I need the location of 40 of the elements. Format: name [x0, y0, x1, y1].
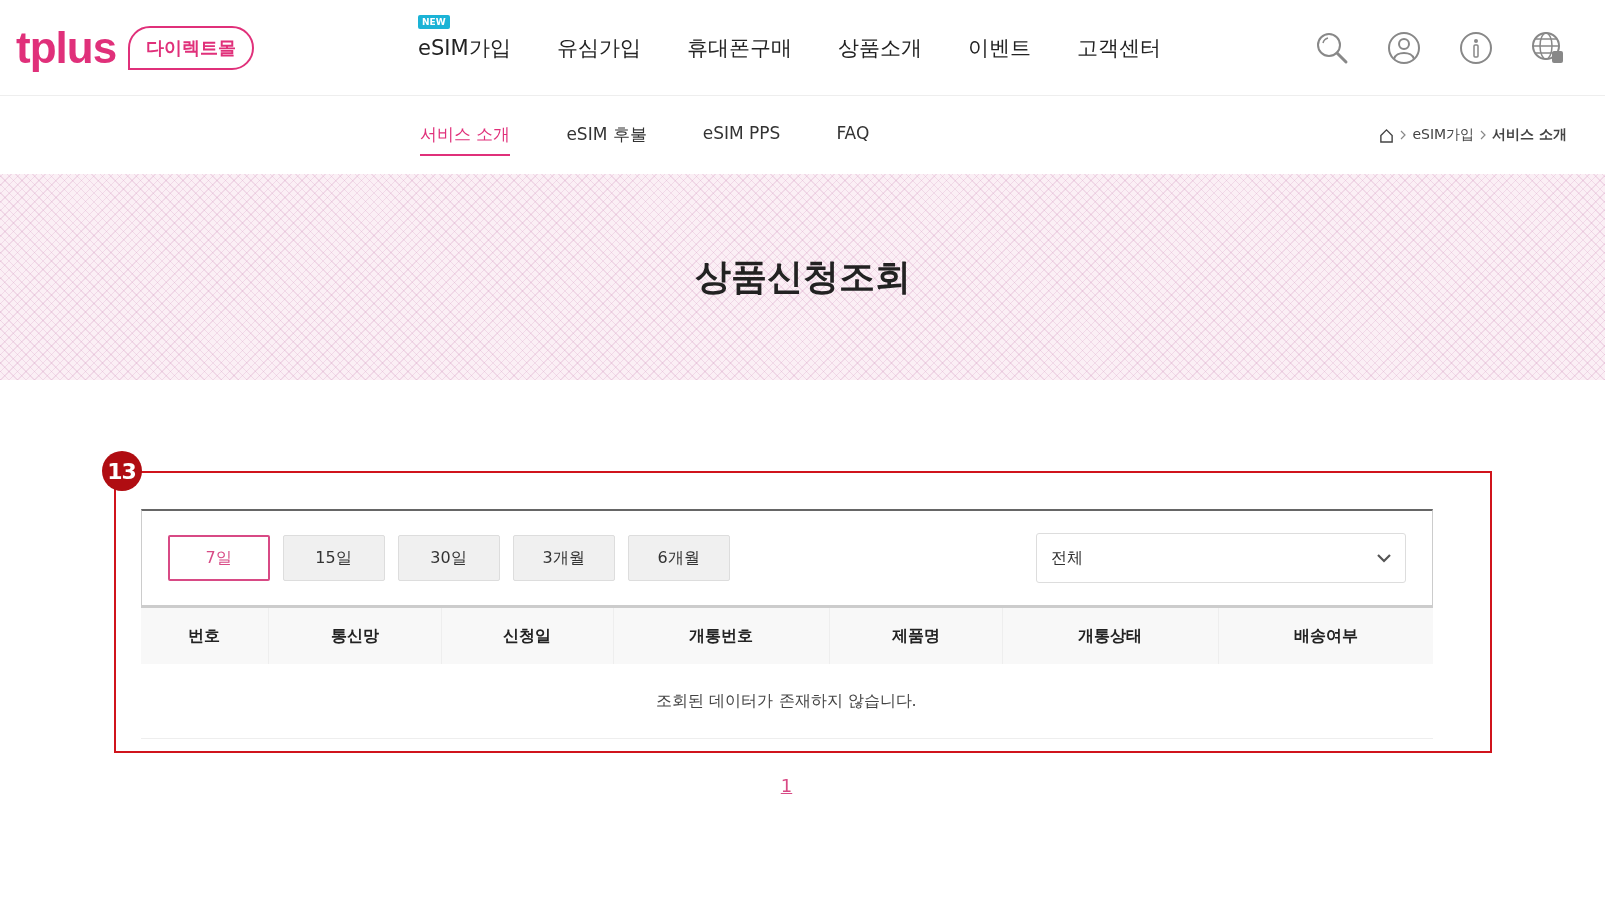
home-icon[interactable]	[1379, 127, 1395, 143]
column-header: 개통번호	[612, 608, 829, 664]
subnav-tab[interactable]: FAQ	[836, 114, 870, 156]
nav-link[interactable]: 상품소개	[837, 35, 922, 60]
period-button[interactable]: 15일	[282, 535, 385, 581]
globe-icon[interactable]	[1531, 30, 1565, 65]
search-icon[interactable]	[1315, 30, 1349, 65]
logo[interactable]: tplus	[16, 25, 117, 70]
column-header: 개통상태	[1001, 608, 1218, 664]
page-title: 상품신청조회	[694, 254, 911, 299]
chevron-right-icon	[1400, 130, 1407, 140]
period-button[interactable]: 7일	[167, 535, 270, 581]
column-header: 통신망	[267, 608, 441, 664]
breadcrumb-link[interactable]: eSIM가입	[1412, 126, 1475, 144]
subnav-tab[interactable]: eSIM 후불	[566, 114, 647, 156]
column-header: 배송여부	[1217, 608, 1433, 664]
column-header: 번호	[187, 624, 221, 647]
period-button[interactable]: 3개월	[512, 535, 615, 581]
column-header: 신청일	[440, 608, 613, 664]
nav-link[interactable]: 휴대폰구매	[686, 35, 792, 60]
chevron-down-icon	[1376, 553, 1391, 563]
user-icon[interactable]	[1387, 30, 1421, 65]
subnav-tab[interactable]: 서비스 소개	[420, 114, 511, 156]
chevron-right-icon	[1480, 130, 1487, 140]
empty-message: 조회된 데이터가 존재하지 않습니다.	[656, 690, 917, 712]
logo-tag: 다이렉트몰	[128, 25, 255, 70]
breadcrumb-link[interactable]: 서비스 소개	[1492, 126, 1567, 144]
page-link[interactable]: 1	[780, 775, 793, 796]
status-select[interactable]: 전체	[1035, 533, 1406, 583]
period-button[interactable]: 6개월	[627, 535, 730, 581]
period-button[interactable]: 30일	[397, 535, 500, 581]
nav-link[interactable]: 유심가입	[556, 35, 641, 60]
subnav-tab[interactable]: eSIM PPS	[702, 114, 781, 156]
info-icon[interactable]	[1459, 30, 1493, 65]
nav-link[interactable]: eSIM가입	[418, 35, 511, 60]
nav-link[interactable]: 고객센터	[1076, 35, 1161, 60]
column-header: 제품명	[828, 608, 1002, 664]
nav-link[interactable]: 이벤트	[967, 35, 1031, 60]
callout-number: 13	[101, 451, 142, 491]
new-badge: NEW	[418, 14, 450, 29]
